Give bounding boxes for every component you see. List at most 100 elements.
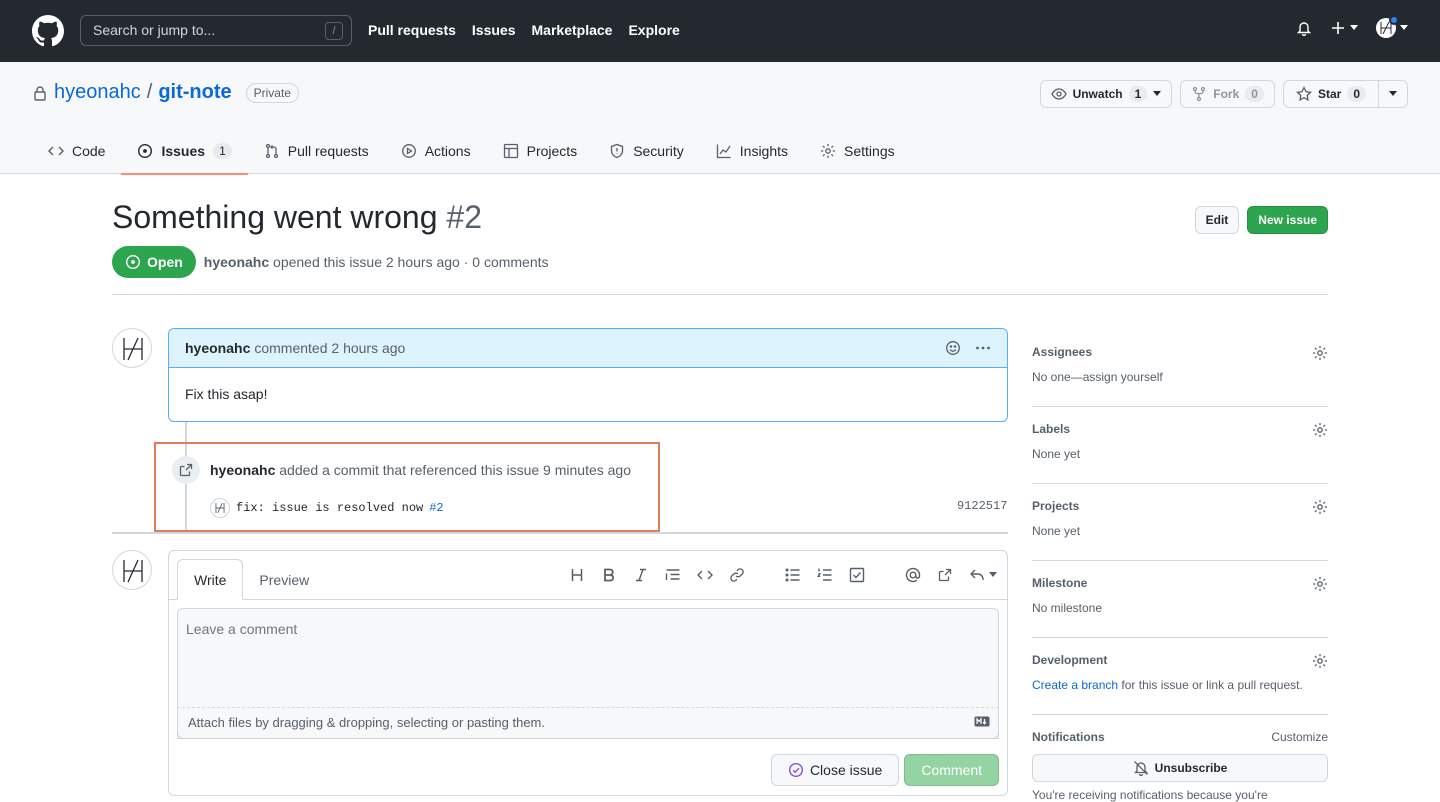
comment-action: commented 2 hours ago [254,340,406,356]
avatar [1376,15,1399,38]
gear-icon[interactable] [1312,422,1328,438]
gear-icon[interactable] [1312,345,1328,361]
issue-number: #2 [446,199,482,235]
task-list-icon[interactable] [849,567,865,583]
repo-title: hyeonahc / git-note Private [32,81,299,104]
eye-icon [1050,88,1067,100]
notifications-note: You're receiving notifications because y… [1032,788,1268,802]
tab-issues[interactable]: Issues 1 [121,127,249,175]
kebab-horizontal-icon[interactable] [975,340,991,356]
caret-down-icon [1153,91,1162,96]
commit-sha-link[interactable]: 9122517 [957,499,1007,513]
nav-marketplace[interactable]: Marketplace [532,22,613,38]
edit-button[interactable]: Edit [1194,206,1240,234]
tab-actions[interactable]: Actions [385,127,487,174]
comment-button[interactable]: Comment [904,754,999,786]
sidebar-heading: Development [1032,653,1108,667]
repo-header: hyeonahc / git-note Private Unwatch 1 Fo… [0,62,1440,175]
tab-label: Settings [844,142,895,159]
cross-reference-icon[interactable] [937,567,953,583]
unordered-list-icon[interactable] [785,567,801,583]
event-author-link[interactable]: hyeonahc [210,462,275,478]
notification-dot [1389,15,1399,25]
sidebar-notifications: Notifications Customize Unsubscribe You'… [1032,715,1328,802]
code-icon [48,146,64,155]
gear-icon[interactable] [1312,576,1328,592]
tab-pull-requests[interactable]: Pull requests [248,127,385,174]
assignees-value[interactable]: No one—assign yourself [1032,370,1328,384]
repo-owner-link[interactable]: hyeonahc [54,81,141,104]
avatar [210,498,230,518]
play-icon [401,143,416,158]
bell-icon[interactable] [1296,20,1312,36]
bold-icon[interactable] [601,567,617,583]
star-lists-dropdown[interactable] [1379,80,1408,108]
comment-author-link[interactable]: hyeonahc [185,340,250,356]
smiley-icon[interactable] [945,340,961,356]
visibility-badge: Private [245,82,299,103]
nav-issues[interactable]: Issues [472,22,516,38]
file-attachment-bar[interactable]: Attach files by dragging & dropping, sel… [177,707,999,739]
quote-icon[interactable] [665,567,681,583]
tab-label: Code [72,142,106,159]
plus-icon [1332,22,1344,34]
user-menu-dropdown[interactable] [1376,15,1408,38]
reply-icon [970,569,984,580]
tab-code[interactable]: Code [32,127,121,174]
tab-projects[interactable]: Projects [487,127,594,174]
status-badge: Open [112,246,196,278]
sidebar-heading: Milestone [1032,576,1088,590]
star-icon [1296,86,1312,102]
tab-settings[interactable]: Settings [804,127,911,174]
repo-name-link[interactable]: git-note [158,81,231,104]
commit-message-link[interactable]: fix: issue is resolved now [236,501,423,515]
nav-explore[interactable]: Explore [628,22,679,38]
sidebar-heading: Assignees [1032,345,1093,359]
create-new-dropdown[interactable] [1330,20,1358,36]
saved-replies-dropdown[interactable] [969,567,997,583]
gear-icon[interactable] [1312,653,1328,669]
commit-issue-reference-link[interactable]: #2 [429,501,443,515]
unwatch-label: Unwatch [1072,87,1123,101]
caret-down-icon [1389,91,1397,96]
markdown-icon[interactable] [974,716,990,727]
write-tab[interactable]: Write [177,559,244,600]
issue-actions: Edit New issue [1194,206,1328,234]
unsubscribe-button[interactable]: Unsubscribe [1032,754,1328,782]
tab-security[interactable]: Security [593,127,700,174]
gear-icon[interactable] [1312,499,1328,515]
link-icon[interactable] [729,567,745,583]
issue-meta-text: hyeonahc opened this issue 2 hours ago ·… [204,254,549,270]
tab-insights[interactable]: Insights [700,127,804,174]
create-branch-link[interactable]: Create a branch [1032,678,1118,692]
sidebar-development: Development Create a branch for this iss… [1032,638,1328,715]
tab-label: Issues [161,142,206,159]
search-input[interactable]: Search or jump to... / [80,15,352,46]
commit-reference-event: hyeonahc added a commit that referenced … [154,442,660,532]
new-issue-button[interactable]: New issue [1247,206,1328,234]
event-text: hyeonahc added a commit that referenced … [210,462,631,478]
star-button-group: Star 0 [1282,80,1408,108]
ordered-list-icon[interactable] [817,567,833,583]
issue-title: Something went wrong #2 [112,199,482,236]
fork-button[interactable]: Fork 0 [1180,80,1275,108]
github-logo-icon[interactable] [32,15,64,47]
search-shortcut-key: / [325,22,343,40]
heading-icon[interactable] [569,567,585,583]
comment-author-avatar[interactable] [112,328,152,368]
preview-tab[interactable]: Preview [243,559,325,600]
unwatch-button[interactable]: Unwatch 1 [1039,80,1173,108]
sidebar-labels: Labels None yet [1032,407,1328,484]
issue-author-link[interactable]: hyeonahc [204,254,269,270]
star-button[interactable]: Star 0 [1282,80,1379,108]
header-actions [1296,15,1408,38]
current-user-avatar[interactable] [112,550,152,590]
close-issue-button[interactable]: Close issue [770,754,900,786]
customize-link[interactable]: Customize [1271,730,1328,744]
code-icon[interactable] [697,567,713,583]
mention-icon[interactable] [905,567,921,583]
nav-pull-requests[interactable]: Pull requests [368,22,456,38]
italic-icon[interactable] [633,567,649,583]
caret-down-icon [1350,25,1358,30]
status-label: Open [147,254,183,270]
